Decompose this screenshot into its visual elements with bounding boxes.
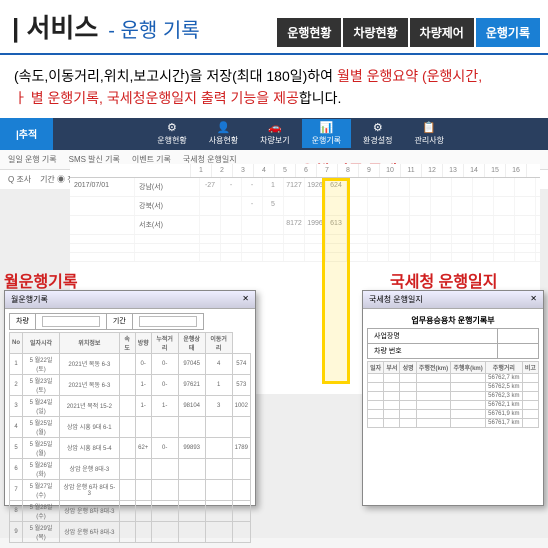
grid-row [70,253,540,262]
table-row: 56761,7 km [368,418,539,427]
table-row: 56762,5 km [368,382,539,391]
callout-nts: 국세청 운행일지 [390,268,498,292]
table-row: 65 월26일(화)상암 운행 8대-3 [10,458,251,479]
app-menu-left-label: |추적 [0,118,53,150]
vehicle-input[interactable] [42,316,100,327]
close-icon[interactable]: ✕ [242,294,249,305]
close-icon[interactable]: ✕ [530,294,537,305]
page-subtitle: - 운행 기록 [108,14,199,43]
nts-form: 사업장명 차량 번호 [367,328,539,359]
popup-monthly-titlebar: 월운행기록✕ [5,291,255,309]
app-menu-item[interactable]: 📋관리사항 [405,119,454,148]
top-tab-bar: 운행현황차량현황차량제어운행기록 [277,18,540,47]
app-menu-item[interactable]: ⚙운행현황 [147,119,196,148]
table-row: 56762,3 km [368,391,539,400]
app-menu-bar: |추적 ⚙운행현황👤사용현황🚗차량보기📊운행기록⚙환경설정📋관리사항 [0,118,548,150]
page-title: | 서비스 [12,8,98,45]
app-menu-item[interactable]: 📊운행기록 [302,119,351,148]
menu-icon: 👤 [217,121,231,134]
grid-row: 서초(서)81721996613 [70,216,540,235]
table-row: 25 월23일(토)2021년 목동 6-31-0-976211573 [10,374,251,395]
monthly-form: 차량 기간 [9,313,204,330]
top-tab[interactable]: 운행기록 [476,18,540,47]
grid-row: 2017/07/01강남(서)-27--171271926624 [70,178,540,197]
table-row: 56762,7 km [368,373,539,382]
sub-tab[interactable]: 일일 운행 기록 [8,154,57,165]
callout-monthly: 월운행기록 [4,268,78,292]
app-menu-item[interactable]: ⚙환경설정 [353,119,402,148]
popup-nts-log[interactable]: 국세청 운행일지✕ 업무용승용차 운행기록부 사업장명 차량 번호 일자부서성명… [362,290,544,506]
highlight-column [322,178,350,384]
search-label: Q 조사 [8,175,31,184]
table-row: 75 월27일(수)상암 운행 6차 8대 5-3 [10,479,251,500]
popup-nts-titlebar: 국세청 운행일지✕ [363,291,543,309]
menu-icon: ⚙ [167,121,177,134]
table-row: 55 월25일(월)상암 시흥 8대 5-462+0-998931789 [10,437,251,458]
top-tab[interactable]: 차량제어 [410,18,474,47]
description-text: (속도,이동거리,위치,보고시간)을 저장(최대 180일)하여 월별 운행요약… [0,55,548,118]
table-row: 35 월24일(일)2021년 목적 15-21-1-9810431002 [10,395,251,416]
app-menu-item[interactable]: 🚗차량보기 [250,119,299,148]
grid-row [70,244,540,253]
menu-icon: ⚙ [373,121,383,134]
table-row: 56762,1 km [368,400,539,409]
nts-form-title: 업무용승용차 운행기록부 [367,313,539,328]
nts-table: 일자부서성명주행전(km)주행후(km)주행거리비고 56762,7 km567… [367,361,539,428]
table-row: 95 월29일(목)상암 운행 6차 8대-3 [10,521,251,542]
table-row: 56761,9 km [368,409,539,418]
popup-monthly-record[interactable]: 월운행기록✕ 차량 기간 No일자시각위치정보속도방향누적거리운행상태이동거리 … [4,290,256,506]
grid-row: 강북(서)-5 [70,197,540,216]
menu-icon: 📋 [422,121,436,134]
workspace: |추적 ⚙운행현황👤사용현황🚗차량보기📊운행기록⚙환경설정📋관리사항 일일 운행… [0,118,548,538]
table-row: 45 월25일(월)상암 시흥 9대 6-1 [10,416,251,437]
period-input[interactable] [139,316,197,327]
monthly-table: No일자시각위치정보속도방향누적거리운행상태이동거리 15 월22일(토)202… [9,332,251,543]
menu-icon: 📊 [319,121,333,134]
top-tab[interactable]: 운행현황 [277,18,341,47]
app-menu-item[interactable]: 👤사용현황 [199,119,248,148]
top-tab[interactable]: 차량현황 [343,18,407,47]
grid-row [70,235,540,244]
table-row: 85 월28일(수)상암 운행 8차 8대-3 [10,500,251,521]
page-header: | 서비스 - 운행 기록 운행현황차량현황차량제어운행기록 [0,0,548,55]
table-row: 15 월22일(토)2021년 목동 6-30-0-970454574 [10,353,251,374]
menu-icon: 🚗 [268,121,282,134]
